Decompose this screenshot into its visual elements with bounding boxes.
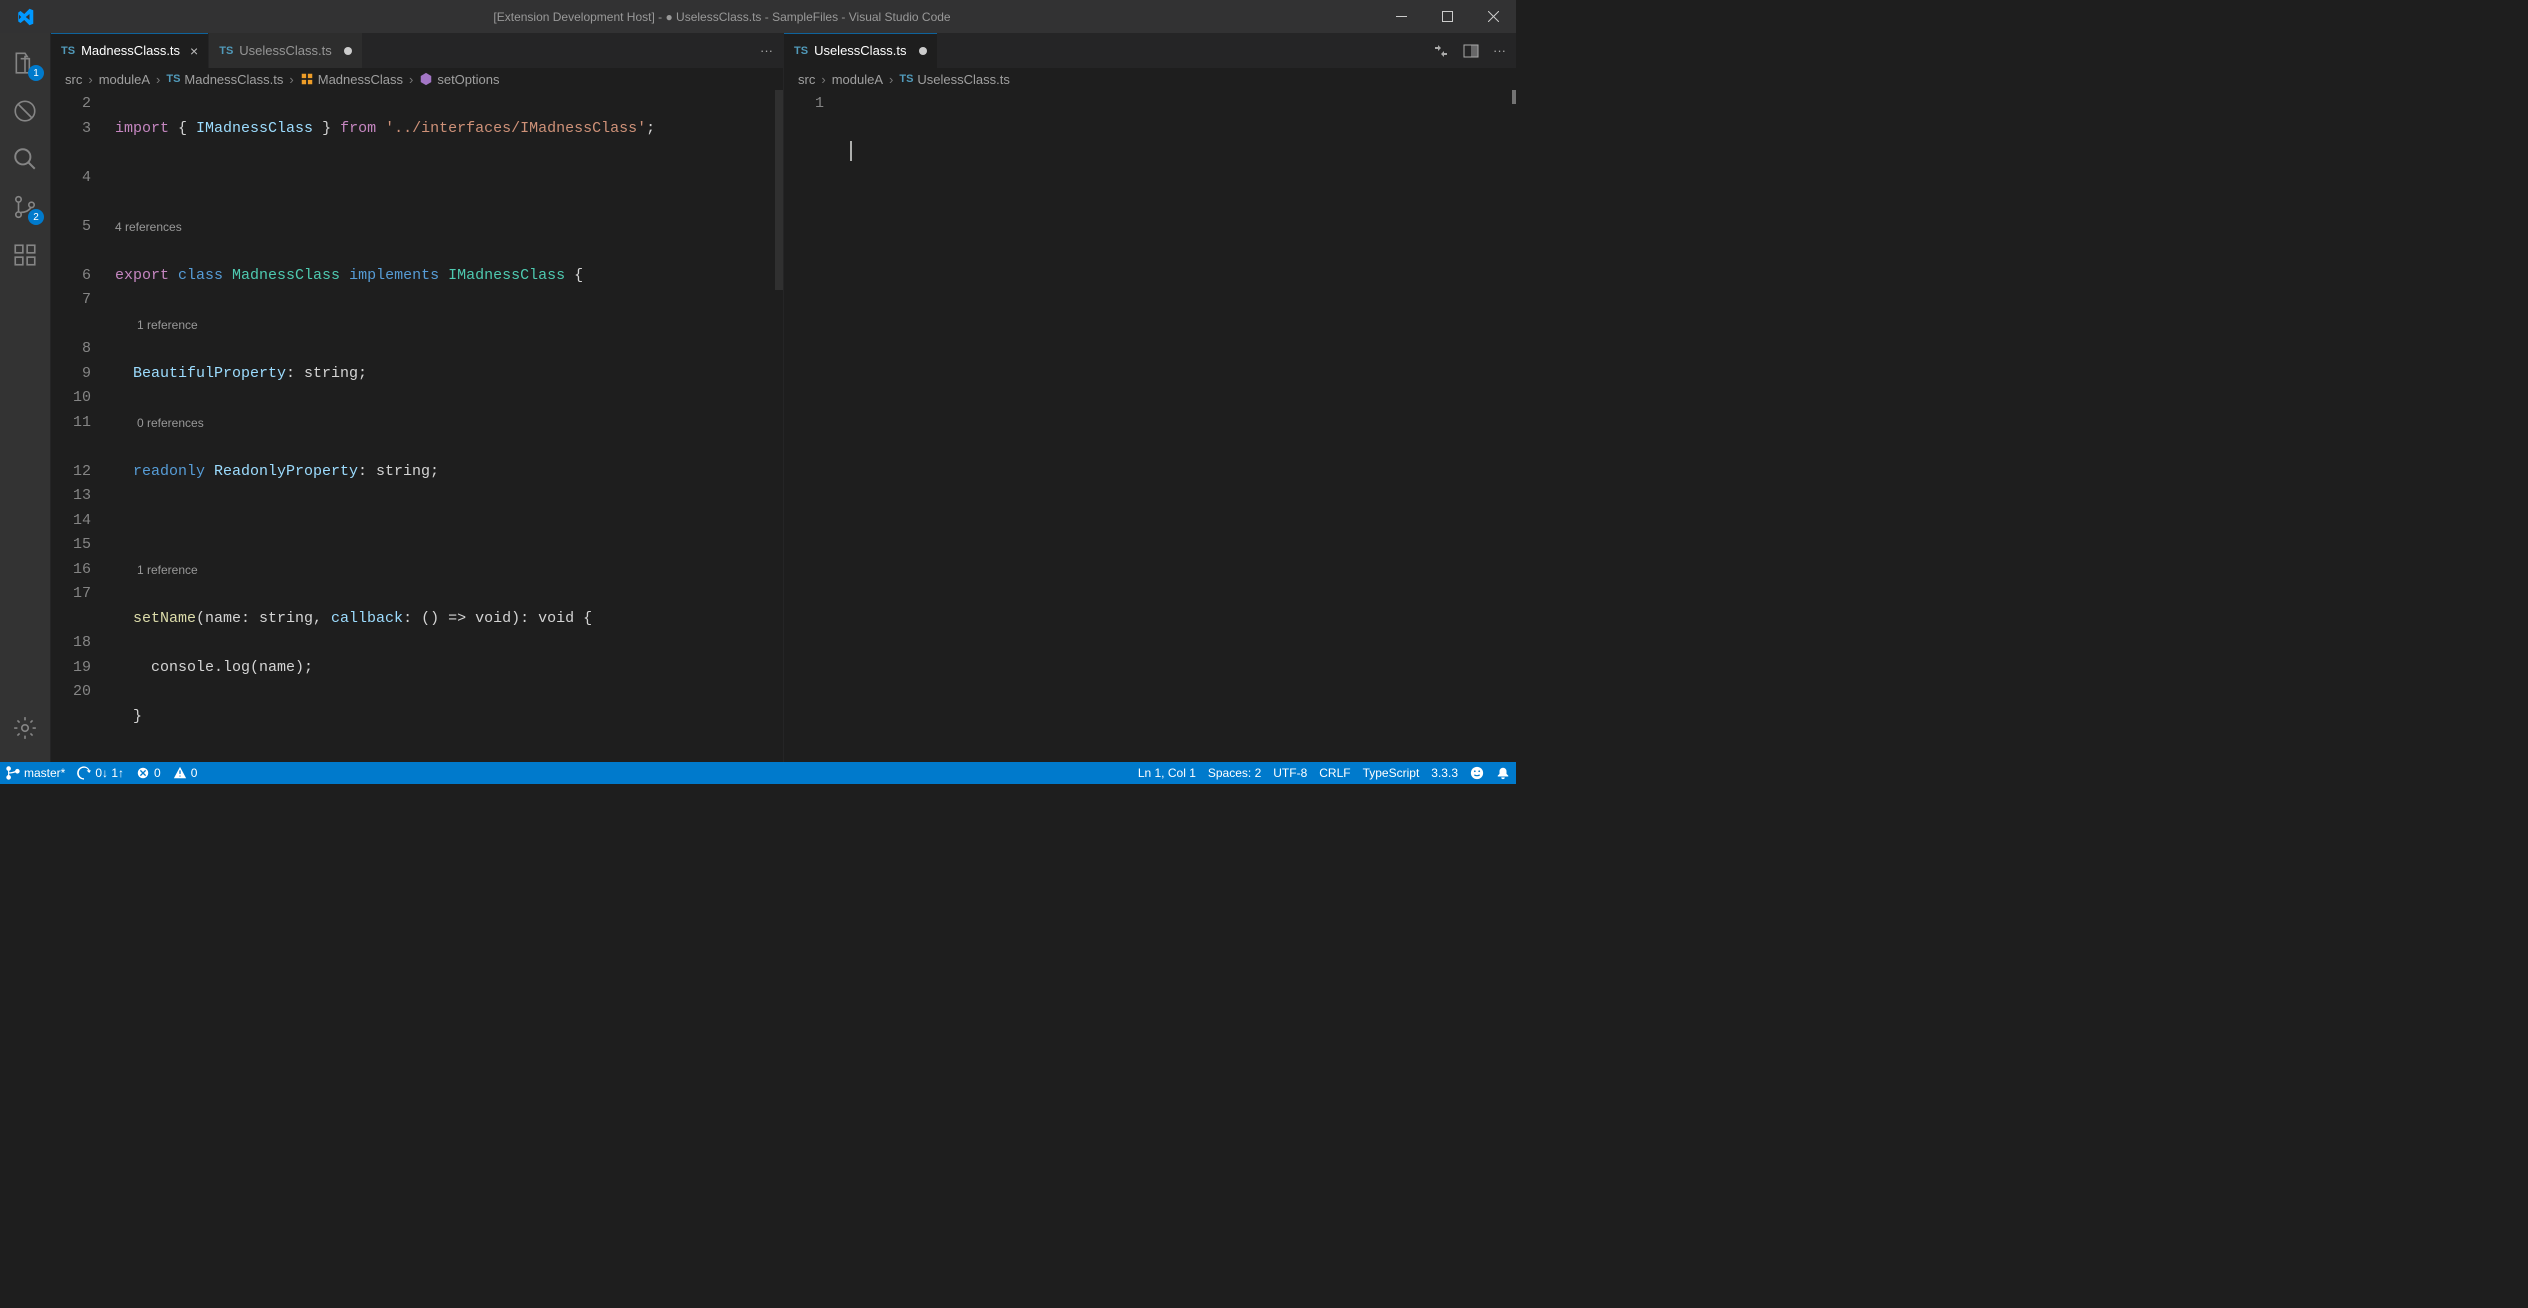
breadcrumb-file[interactable]: MadnessClass.ts (184, 72, 283, 87)
line-gutter: 2 3 4 5 6 7 8 9 10 11 12 13 (51, 90, 111, 762)
code-editor-right[interactable]: 1 (784, 90, 1516, 762)
typescript-icon: TS (794, 45, 808, 57)
tabs-left: TS MadnessClass.ts × TS UselessClass.ts … (51, 33, 783, 68)
maximize-button[interactable] (1424, 0, 1470, 33)
notifications-icon[interactable] (1490, 762, 1516, 784)
minimap[interactable] (775, 90, 783, 762)
status-bar: master* 0↓ 1↑ 0 0 Ln 1, Col 1 Spaces: 2 … (0, 762, 1516, 784)
codelens[interactable]: 0 references (111, 411, 783, 436)
breadcrumb-method[interactable]: setOptions (437, 72, 499, 87)
tab-label: UselessClass.ts (814, 43, 906, 58)
close-button[interactable] (1470, 0, 1516, 33)
minimize-button[interactable] (1378, 0, 1424, 33)
minimap-cursor-indicator (1512, 90, 1516, 104)
window-controls (1378, 0, 1516, 33)
encoding[interactable]: UTF-8 (1267, 762, 1313, 784)
code-content[interactable]: import { IMadnessClass } from '../interf… (111, 90, 783, 762)
breadcrumb-file[interactable]: UselessClass.ts (917, 72, 1009, 87)
scm-badge: 2 (28, 209, 44, 225)
explorer-badge: 1 (28, 65, 44, 81)
typescript-version[interactable]: 3.3.3 (1425, 762, 1464, 784)
bug-icon[interactable] (0, 87, 50, 135)
method-icon (419, 72, 433, 86)
breadcrumb-src[interactable]: src (65, 72, 82, 87)
sync-status[interactable]: 0↓ 1↑ (71, 762, 130, 784)
eol[interactable]: CRLF (1313, 762, 1356, 784)
breadcrumbs-left[interactable]: src › moduleA › TS MadnessClass.ts › Mad… (51, 68, 783, 90)
chevron-right-icon: › (289, 72, 293, 87)
split-editor-icon[interactable] (1463, 43, 1479, 59)
errors-count[interactable]: 0 (130, 762, 167, 784)
tab-uselessclass-right[interactable]: TS UselessClass.ts (784, 33, 938, 68)
compare-icon[interactable] (1433, 43, 1449, 59)
tab-uselessclass-left[interactable]: TS UselessClass.ts (209, 33, 363, 68)
line-gutter: 1 (784, 90, 844, 762)
source-control-icon[interactable]: 2 (0, 183, 50, 231)
breadcrumbs-right[interactable]: src › moduleA › TS UselessClass.ts (784, 68, 1516, 90)
git-branch[interactable]: master* (0, 762, 71, 784)
dirty-indicator-icon (344, 47, 352, 55)
chevron-right-icon: › (156, 72, 160, 87)
breadcrumb-src[interactable]: src (798, 72, 815, 87)
typescript-icon: TS (166, 73, 180, 85)
text-cursor (850, 141, 852, 161)
minimap-slider[interactable] (775, 90, 783, 290)
minimap[interactable] (1508, 90, 1516, 762)
app-logo (0, 8, 50, 26)
editor-group-right: TS UselessClass.ts ··· src › moduleA › T… (783, 33, 1516, 762)
tab-label: MadnessClass.ts (81, 43, 180, 58)
typescript-icon: TS (899, 73, 913, 85)
indentation[interactable]: Spaces: 2 (1202, 762, 1267, 784)
more-icon[interactable]: ··· (1493, 43, 1506, 59)
search-icon[interactable] (0, 135, 50, 183)
breadcrumb-module[interactable]: moduleA (99, 72, 150, 87)
explorer-icon[interactable]: 1 (0, 39, 50, 87)
titlebar: [Extension Development Host] - ● Useless… (0, 0, 1516, 33)
typescript-icon: TS (61, 45, 75, 57)
cursor-position[interactable]: Ln 1, Col 1 (1132, 762, 1202, 784)
extensions-icon[interactable] (0, 231, 50, 279)
codelens[interactable]: 1 reference (111, 558, 783, 583)
language-mode[interactable]: TypeScript (1357, 762, 1426, 784)
gear-icon[interactable] (0, 704, 50, 752)
close-icon[interactable]: × (190, 44, 198, 58)
class-icon (300, 72, 314, 86)
feedback-icon[interactable] (1464, 762, 1490, 784)
chevron-right-icon: › (889, 72, 893, 87)
tabs-right: TS UselessClass.ts ··· (784, 33, 1516, 68)
chevron-right-icon: › (409, 72, 413, 87)
more-icon[interactable]: ··· (760, 43, 773, 58)
chevron-right-icon: › (821, 72, 825, 87)
window-title: [Extension Development Host] - ● Useless… (66, 10, 1378, 24)
codelens[interactable]: 4 references (111, 215, 783, 240)
chevron-right-icon: › (88, 72, 92, 87)
warnings-count[interactable]: 0 (167, 762, 204, 784)
activity-bar: 1 2 (0, 33, 50, 762)
editor-group-left: TS MadnessClass.ts × TS UselessClass.ts … (50, 33, 783, 762)
codelens[interactable]: 1 reference (111, 313, 783, 338)
code-editor-left[interactable]: 2 3 4 5 6 7 8 9 10 11 12 13 (51, 90, 783, 762)
breadcrumb-module[interactable]: moduleA (832, 72, 883, 87)
tab-madnessclass[interactable]: TS MadnessClass.ts × (51, 33, 209, 68)
dirty-indicator-icon (919, 47, 927, 55)
breadcrumb-class[interactable]: MadnessClass (318, 72, 403, 87)
code-content[interactable] (844, 90, 1516, 762)
tab-label: UselessClass.ts (239, 43, 331, 58)
typescript-icon: TS (219, 45, 233, 57)
